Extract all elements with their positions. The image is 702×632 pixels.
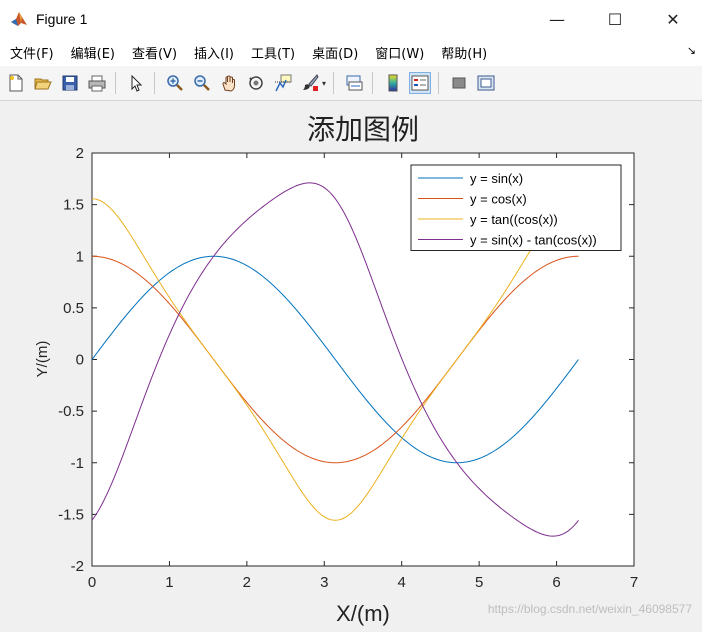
minimize-icon: — [549,9,565,29]
x-tick-label: 0 [88,574,96,591]
y-tick-label: 1.5 [63,197,84,214]
y-tick-label: 2 [76,145,84,162]
x-tick-label: 2 [243,574,251,591]
toolbar-separator [333,72,335,94]
x-tick-label: 6 [552,574,560,591]
legend-icon [411,75,429,91]
data-cursor-icon [275,74,292,92]
new-figure-icon [9,74,23,92]
toolbar-separator [438,72,440,94]
new-figure-button[interactable] [5,72,27,94]
print-icon [88,75,106,92]
y-tick-label: -2 [71,558,84,575]
y-tick-label: 0.5 [63,300,84,317]
legend[interactable]: y = sin(x) y = cos(x) y = tan((cos(x)) y = … [410,164,622,251]
x-tick-label: 1 [165,574,173,591]
x-tick-label: 3 [320,574,328,591]
zoom-out-icon [194,75,210,91]
y-tick-label: -1.5 [58,506,84,523]
hide-plot-tools-button[interactable] [448,72,470,94]
menu-bar: 文件(F) 编辑(E) 查看(V) 插入(I) 工具(T) 桌面(D) 窗口(W… [0,38,702,66]
title-bar[interactable]: Figure 1 — ☐ ✕ [0,0,702,38]
menu-window[interactable]: 窗口(W) [366,43,432,62]
legend-entry-label: y = tan((cos(x)) [470,212,558,227]
dock-arrow-icon[interactable]: ↘ [687,44,696,57]
window-title: Figure 1 [36,11,88,27]
figure-toolbar: ▾ [0,66,702,101]
zoom-in-icon [167,75,183,91]
hide-plot-tools-icon [452,77,466,89]
rotate-3d-icon [249,76,263,90]
link-plot-icon [346,75,363,91]
show-plot-tools-button[interactable] [475,72,497,94]
brush-dropdown-icon[interactable]: ▾ [322,79,326,88]
print-button[interactable] [86,72,108,94]
show-plot-tools-icon [477,75,495,91]
chart-svg[interactable]: 0 1 2 3 4 5 6 7 -2 -1.5 -1 -0.5 0 0.5 1 1.5 2 添加图例 X/(m)… [0,101,702,628]
menu-insert[interactable]: 插入(I) [185,43,242,62]
figure-canvas[interactable]: 0 1 2 3 4 5 6 7 -2 -1.5 -1 -0.5 0 0.5 1 1.5 2 添加图例 X/(m)… [0,101,702,628]
window-controls: — ☐ ✕ [528,0,702,38]
rotate-3d-button[interactable] [245,72,267,94]
y-tick-label: 0 [76,352,84,369]
save-button[interactable] [59,72,81,94]
colorbar-button[interactable] [382,72,404,94]
legend-button[interactable] [409,72,432,94]
brush-icon [303,74,319,91]
legend-entry-label: y = sin(x) - tan(cos(x)) [470,233,597,248]
save-icon [62,75,78,91]
zoom-in-button[interactable] [164,72,186,94]
x-tick-label: 5 [475,574,483,591]
colorbar-icon [388,74,398,92]
toolbar-separator [372,72,374,94]
edit-plot-arrow-icon [131,74,143,92]
maximize-button[interactable]: ☐ [586,0,644,38]
menu-view[interactable]: 查看(V) [123,43,185,62]
data-cursor-button[interactable] [272,72,294,94]
maximize-icon: ☐ [607,9,623,29]
x-axis-label: X/(m) [336,601,390,626]
open-file-button[interactable] [32,72,54,94]
menu-file[interactable]: 文件(F) [0,43,62,62]
y-axis-label: Y/(m) [34,341,51,378]
menu-desktop[interactable]: 桌面(D) [303,43,366,62]
menu-tools[interactable]: 工具(T) [242,43,303,62]
y-tick-label: 1 [76,248,84,265]
legend-entry-label: y = sin(x) [470,171,523,186]
brush-button[interactable] [299,72,321,94]
toolbar-separator [154,72,155,94]
toolbar-separator [115,72,116,94]
chart-title: 添加图例 [307,114,419,145]
menu-edit[interactable]: 编辑(E) [62,43,123,62]
close-icon: ✕ [666,9,680,29]
edit-plot-button[interactable] [125,72,147,94]
pan-button[interactable] [218,72,240,94]
y-tick-label: -1 [71,455,84,472]
link-plot-button[interactable] [343,72,365,94]
watermark: https://blog.csdn.net/weixin_46098577 [488,602,692,616]
open-file-icon [34,78,52,90]
x-tick-label: 4 [398,574,406,591]
minimize-button[interactable]: — [528,0,586,38]
y-tick-label: -0.5 [58,403,84,420]
close-button[interactable]: ✕ [644,0,702,38]
pan-hand-icon [222,75,235,92]
figure-window: Figure 1 — ☐ ✕ 文件(F) 编辑(E) 查看(V) 插入(I) 工… [0,0,702,628]
legend-entry-label: y = cos(x) [470,192,527,207]
matlab-logo-icon [10,10,28,28]
zoom-out-button[interactable] [191,72,213,94]
menu-help[interactable]: 帮助(H) [432,43,495,62]
x-tick-label: 7 [630,574,638,591]
